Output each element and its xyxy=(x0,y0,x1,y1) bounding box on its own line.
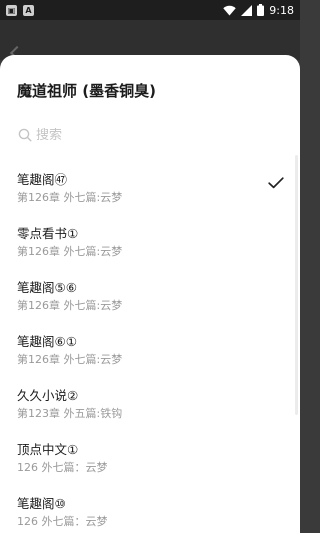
source-selector-sheet: 魔道祖师 (墨香铜臭) 笔趣阁㊼ 第126章 外七篇:云梦 零点看书① 第126… xyxy=(0,55,300,533)
a-notification-icon: A xyxy=(23,4,34,16)
search-icon xyxy=(18,128,32,142)
source-name: 笔趣阁⑥① xyxy=(17,334,77,349)
source-list: 笔趣阁㊼ 第126章 外七篇:云梦 零点看书① 第126章 外七篇:云梦 笔趣阁… xyxy=(0,160,300,533)
signal-icon xyxy=(241,4,253,16)
list-item[interactable]: 零点看书① 第126章 外七篇:云梦 xyxy=(0,214,300,268)
source-name: 顶点中文① xyxy=(17,442,79,457)
list-item[interactable]: 笔趣阁⑥① 第126章 外七篇:云梦 xyxy=(0,322,300,376)
source-name: 笔趣阁⑩ xyxy=(17,496,66,511)
status-right-icons: 9:18 xyxy=(223,4,294,17)
source-chapter: 第126章 外七篇:云梦 xyxy=(17,245,123,258)
search-input[interactable] xyxy=(36,127,236,143)
source-chapter: 第123章 外五篇:铁钩 xyxy=(17,407,123,420)
list-item[interactable]: 久久小说② 第123章 外五篇:铁钩 xyxy=(0,376,300,430)
status-left-icons: ▣ A xyxy=(6,4,34,16)
source-chapter: 126 外七篇：云梦 xyxy=(17,461,108,474)
status-time: 9:18 xyxy=(269,3,294,17)
sheet-title: 魔道祖师 (墨香铜臭) xyxy=(17,82,156,100)
battery-icon xyxy=(257,4,265,16)
search-bar[interactable] xyxy=(18,125,236,145)
source-chapter: 126 外七篇：云梦 xyxy=(17,515,108,528)
source-name: 笔趣阁⑤⑥ xyxy=(17,280,77,295)
list-item[interactable]: 顶点中文① 126 外七篇：云梦 xyxy=(0,430,300,484)
source-chapter: 第126章 外七篇:云梦 xyxy=(17,191,123,204)
app-notification-icon: ▣ xyxy=(6,4,17,16)
list-item[interactable]: 笔趣阁⑤⑥ 第126章 外七篇:云梦 xyxy=(0,268,300,322)
status-bar: ▣ A 9:18 xyxy=(0,0,300,20)
source-name: 久久小说② xyxy=(17,388,79,403)
background-page xyxy=(0,20,300,61)
source-name: 笔趣阁㊼ xyxy=(17,172,68,187)
list-item[interactable]: 笔趣阁⑩ 126 外七篇：云梦 xyxy=(0,484,300,533)
source-chapter: 第126章 外七篇:云梦 xyxy=(17,299,123,312)
checkmark-icon xyxy=(268,174,284,193)
source-name: 零点看书① xyxy=(17,226,79,241)
source-chapter: 第126章 外七篇:云梦 xyxy=(17,353,123,366)
list-item[interactable]: 笔趣阁㊼ 第126章 外七篇:云梦 xyxy=(0,160,300,214)
wifi-icon xyxy=(223,5,236,16)
